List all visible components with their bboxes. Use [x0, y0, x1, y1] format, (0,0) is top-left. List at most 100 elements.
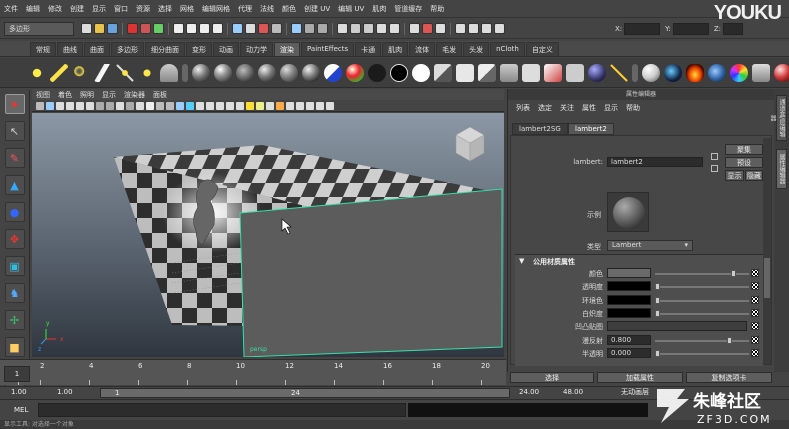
- viewport-menu-1[interactable]: 着色: [54, 90, 76, 100]
- menu-item-8[interactable]: 网格: [176, 4, 198, 14]
- ae-menu-3[interactable]: 属性: [578, 103, 600, 113]
- hypershade-icon[interactable]: [435, 23, 446, 34]
- ipr-render-icon[interactable]: [258, 23, 269, 34]
- directional-light-icon[interactable]: [50, 63, 68, 82]
- viewport-tool-10-icon[interactable]: [136, 101, 144, 110]
- viewport-tool-23-icon[interactable]: [266, 101, 274, 110]
- snap-grid-icon[interactable]: [173, 23, 184, 34]
- phong-sphere-icon[interactable]: [214, 63, 232, 82]
- render-settings-icon[interactable]: [271, 23, 282, 34]
- attr-slider-2[interactable]: [655, 299, 749, 302]
- viewport-tool-28-icon[interactable]: [316, 101, 324, 110]
- ocean-icon[interactable]: [708, 63, 726, 82]
- viewport-menu-3[interactable]: 显示: [98, 90, 120, 100]
- env-sphere-icon[interactable]: [588, 63, 606, 82]
- menu-item-9[interactable]: 编辑网格: [198, 4, 234, 14]
- hide-button[interactable]: 隐藏: [745, 170, 763, 181]
- input-ops-icon[interactable]: [304, 23, 315, 34]
- viewport-tool-5-icon[interactable]: [86, 101, 94, 110]
- map-button-icon-2[interactable]: [751, 295, 759, 304]
- viewport-tool-11-icon[interactable]: [146, 101, 154, 110]
- channel-box-tab[interactable]: 通道盒/层编辑器: [769, 95, 787, 141]
- shelf-tab-5[interactable]: 变形: [186, 42, 212, 56]
- shelf-tab-14[interactable]: 头发: [463, 42, 490, 56]
- show-manip-tool[interactable]: ✢: [4, 310, 25, 330]
- fractal-texture-icon[interactable]: [544, 63, 562, 82]
- presets-button[interactable]: 预设: [725, 157, 763, 168]
- construction-history-icon[interactable]: [291, 23, 302, 34]
- shelf-tab-10[interactable]: 卡通: [355, 42, 382, 56]
- lock-icon[interactable]: [350, 23, 361, 34]
- snap-plane-icon[interactable]: [212, 23, 223, 34]
- end-time-field[interactable]: 48.00: [560, 388, 606, 398]
- attr-slider-knob-0[interactable]: [730, 270, 736, 277]
- attr-swatch-2[interactable]: [607, 294, 651, 305]
- menu-item-5[interactable]: 窗口: [110, 4, 132, 14]
- layered-sphere-icon[interactable]: [302, 63, 320, 82]
- ae-menu-1[interactable]: 选定: [534, 103, 556, 113]
- move-tool[interactable]: ▲: [4, 175, 25, 195]
- viewport-menu-2[interactable]: 照明: [76, 90, 98, 100]
- globe-icon[interactable]: [664, 63, 682, 82]
- attr-map-field-4[interactable]: [607, 321, 747, 332]
- menu-item-2[interactable]: 修改: [44, 4, 66, 14]
- paint-select-tool[interactable]: ✎: [4, 148, 25, 168]
- menu-item-3[interactable]: 创建: [66, 4, 88, 14]
- viewport-tool-7-icon[interactable]: [106, 101, 114, 110]
- load-attributes-button[interactable]: 加载属性: [597, 372, 683, 383]
- menu-item-1[interactable]: 编辑: [22, 4, 44, 14]
- start-time-field[interactable]: 1.00: [8, 388, 50, 398]
- shelf-tab-1[interactable]: 曲线: [57, 42, 83, 56]
- coord-x-field[interactable]: [624, 23, 661, 35]
- attr-slider-knob-6[interactable]: [655, 349, 660, 357]
- lambert-sphere-icon[interactable]: [236, 63, 254, 82]
- viewport-tool-3-icon[interactable]: [66, 101, 74, 110]
- menu-item-15[interactable]: 肌肉: [368, 4, 390, 14]
- viewport-tool-6-icon[interactable]: [96, 101, 104, 110]
- sidebar-toggle-icon[interactable]: [455, 23, 466, 34]
- shelf-tab-2[interactable]: 曲面: [84, 42, 110, 56]
- attr-slider-knob-2[interactable]: [655, 296, 660, 304]
- use-background-sphere-icon[interactable]: [390, 63, 408, 82]
- attr-swatch-3[interactable]: [607, 307, 651, 318]
- coord-z-field[interactable]: [723, 23, 744, 35]
- viewport-tool-1-icon[interactable]: [46, 101, 54, 110]
- range-bar[interactable]: 1 24: [100, 388, 510, 398]
- menu-item-13[interactable]: 创建 UV: [300, 4, 334, 14]
- shading-map-sphere-icon[interactable]: [346, 63, 364, 82]
- map-button-icon-0[interactable]: [751, 269, 759, 277]
- white-sphere-icon[interactable]: [412, 63, 430, 82]
- menu-item-0[interactable]: 文件: [0, 4, 22, 14]
- viewport-tool-18-icon[interactable]: [216, 101, 224, 110]
- fire-icon[interactable]: [686, 63, 704, 82]
- map-button-icon-4[interactable]: [751, 322, 759, 331]
- grid-texture-icon[interactable]: [478, 63, 496, 82]
- output-ops-icon[interactable]: [317, 23, 328, 34]
- manipulator-tool[interactable]: ▣: [4, 256, 25, 276]
- viewport-tool-26-icon[interactable]: [296, 101, 304, 110]
- viewport-tool-4-icon[interactable]: [76, 101, 84, 110]
- map-button-icon-1[interactable]: [751, 282, 759, 291]
- camera-icon[interactable]: [160, 63, 178, 82]
- viewport-tool-21-icon[interactable]: [246, 101, 254, 110]
- node-name-field[interactable]: lambert2: [607, 157, 703, 167]
- scale-tool[interactable]: ✥: [4, 229, 25, 249]
- attr-swatch-0[interactable]: [607, 268, 651, 278]
- render-frame-icon[interactable]: [245, 23, 256, 34]
- phonge-sphere-icon[interactable]: [258, 63, 276, 82]
- attr-slider-knob-1[interactable]: [655, 283, 660, 291]
- ae-scroll-thumb[interactable]: [764, 258, 770, 298]
- open-scene-icon[interactable]: [94, 23, 105, 34]
- attribute-editor-tab[interactable]: 属性编辑器: [776, 149, 787, 189]
- paint-fx-icon[interactable]: [422, 23, 433, 34]
- input-connection-icon[interactable]: [711, 153, 718, 160]
- cloth-texture-icon[interactable]: [566, 63, 584, 82]
- output-connection-icon[interactable]: [711, 165, 718, 172]
- shelf-tab-6[interactable]: 动画: [213, 42, 239, 56]
- shelf-tab-9[interactable]: PaintEffects: [301, 42, 355, 56]
- attr-slider-1[interactable]: [655, 286, 749, 289]
- ae-scrollbar[interactable]: [763, 138, 771, 364]
- last-tool[interactable]: ■: [4, 337, 25, 357]
- current-frame-field[interactable]: 1: [4, 366, 30, 382]
- shelf-tab-0[interactable]: 常规: [30, 42, 56, 56]
